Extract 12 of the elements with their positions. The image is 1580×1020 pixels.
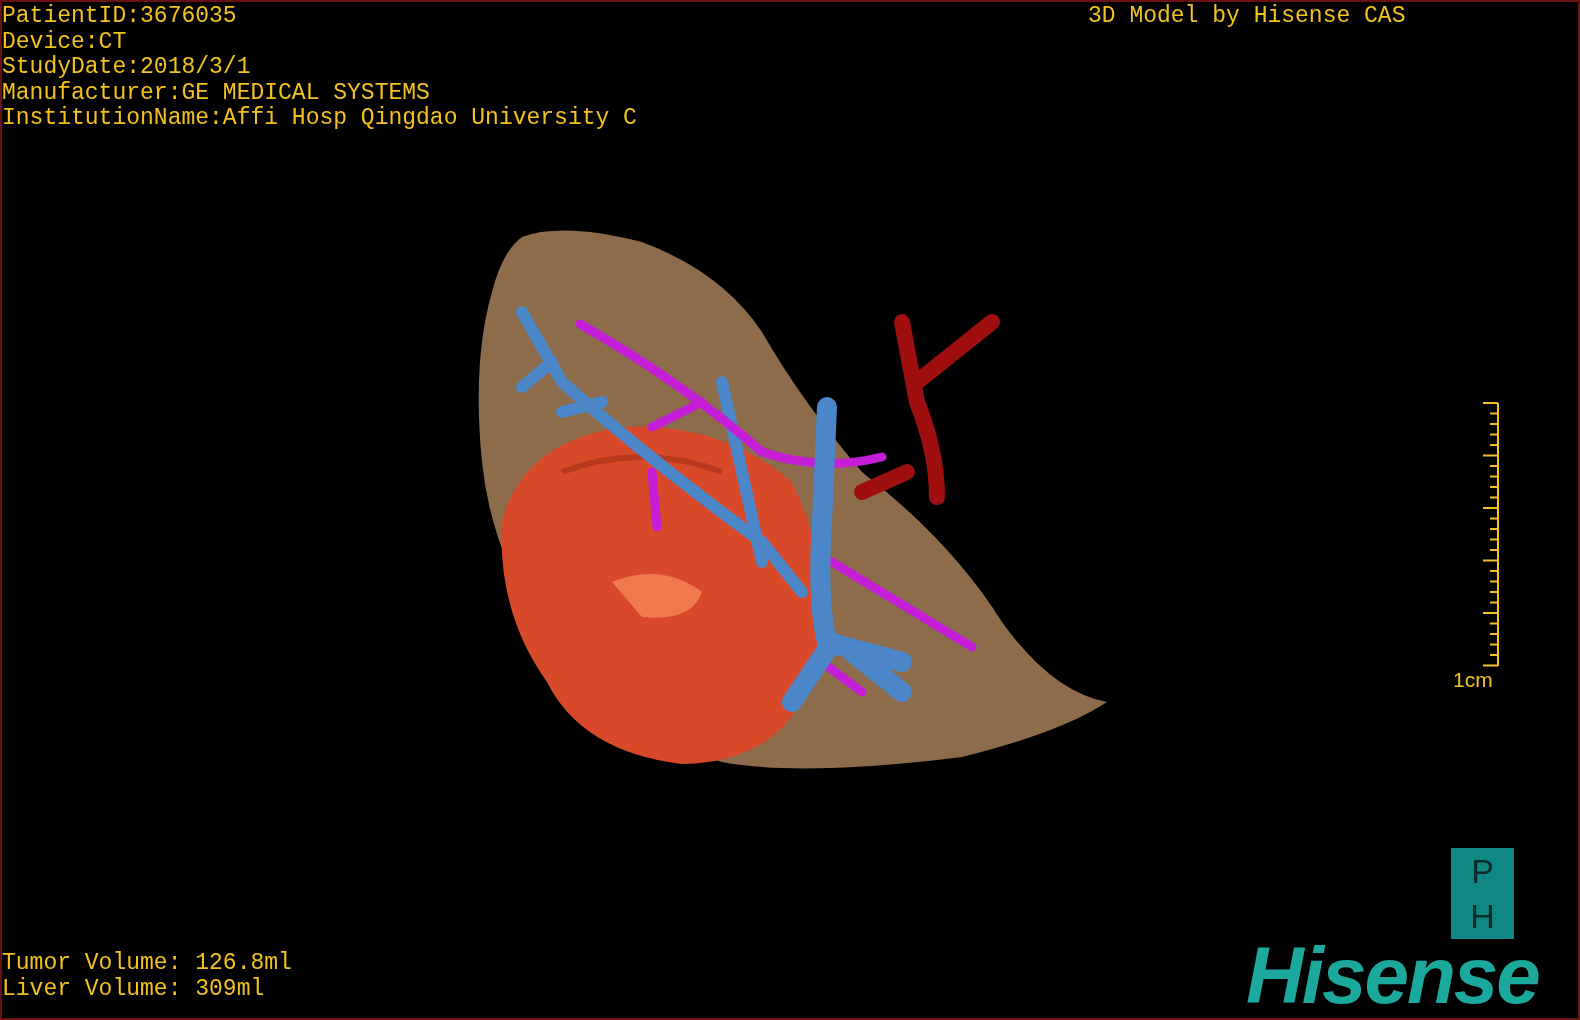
- study-info-line: PatientID:3676035: [2, 4, 237, 30]
- model-title: 3D Model by Hisense CAS: [1088, 4, 1406, 30]
- volume-reading: Tumor Volume: 126.8ml: [2, 951, 292, 977]
- brand-logo: Hisense: [1246, 936, 1539, 1016]
- logo-badge: P H: [1451, 848, 1514, 939]
- study-info-line: InstitutionName:Affi Hosp Qingdao University C: [2, 106, 637, 132]
- study-info-line: Device:CT: [2, 29, 127, 55]
- scale-ruler-icon: [1482, 402, 1500, 668]
- study-info-line: Manufacturer:GE MEDICAL SYSTEMS: [2, 80, 430, 106]
- scale-label: 1cm: [1453, 668, 1493, 692]
- study-info-line: StudyDate:2018/3/1: [2, 55, 251, 81]
- volume-reading: Liver Volume: 309ml: [2, 976, 265, 1002]
